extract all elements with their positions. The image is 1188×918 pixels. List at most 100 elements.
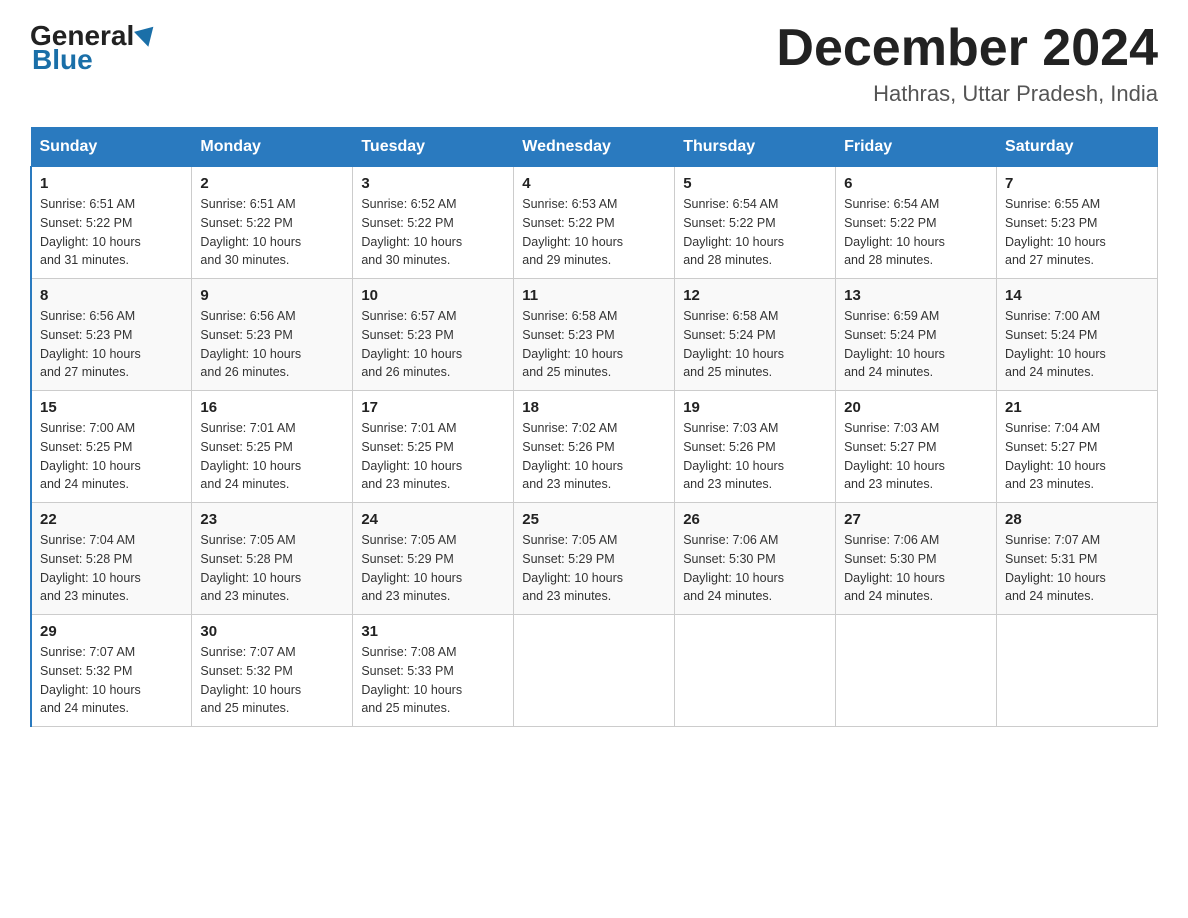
calendar-week-row: 8 Sunrise: 6:56 AMSunset: 5:23 PMDayligh… xyxy=(31,279,1158,391)
day-info: Sunrise: 6:57 AMSunset: 5:23 PMDaylight:… xyxy=(361,309,462,379)
day-info: Sunrise: 7:07 AMSunset: 5:32 PMDaylight:… xyxy=(200,645,301,715)
table-row: 22 Sunrise: 7:04 AMSunset: 5:28 PMDaylig… xyxy=(31,503,192,615)
location-title: Hathras, Uttar Pradesh, India xyxy=(776,81,1158,107)
day-info: Sunrise: 7:04 AMSunset: 5:28 PMDaylight:… xyxy=(40,533,141,603)
day-number: 22 xyxy=(40,511,183,528)
day-info: Sunrise: 7:05 AMSunset: 5:28 PMDaylight:… xyxy=(200,533,301,603)
day-info: Sunrise: 6:51 AMSunset: 5:22 PMDaylight:… xyxy=(40,197,141,267)
table-row: 17 Sunrise: 7:01 AMSunset: 5:25 PMDaylig… xyxy=(353,391,514,503)
table-row: 14 Sunrise: 7:00 AMSunset: 5:24 PMDaylig… xyxy=(997,279,1158,391)
table-row xyxy=(514,615,675,727)
table-row xyxy=(836,615,997,727)
table-row: 1 Sunrise: 6:51 AMSunset: 5:22 PMDayligh… xyxy=(31,167,192,279)
table-row: 13 Sunrise: 6:59 AMSunset: 5:24 PMDaylig… xyxy=(836,279,997,391)
day-number: 27 xyxy=(844,511,988,528)
day-info: Sunrise: 7:04 AMSunset: 5:27 PMDaylight:… xyxy=(1005,421,1106,491)
day-info: Sunrise: 7:05 AMSunset: 5:29 PMDaylight:… xyxy=(361,533,462,603)
day-number: 25 xyxy=(522,511,666,528)
table-row: 11 Sunrise: 6:58 AMSunset: 5:23 PMDaylig… xyxy=(514,279,675,391)
title-area: December 2024 Hathras, Uttar Pradesh, In… xyxy=(776,20,1158,107)
table-row: 4 Sunrise: 6:53 AMSunset: 5:22 PMDayligh… xyxy=(514,167,675,279)
logo-blue: Blue xyxy=(32,44,93,76)
header-wednesday: Wednesday xyxy=(514,128,675,167)
day-info: Sunrise: 6:58 AMSunset: 5:24 PMDaylight:… xyxy=(683,309,784,379)
table-row: 30 Sunrise: 7:07 AMSunset: 5:32 PMDaylig… xyxy=(192,615,353,727)
day-number: 3 xyxy=(361,175,505,192)
table-row: 21 Sunrise: 7:04 AMSunset: 5:27 PMDaylig… xyxy=(997,391,1158,503)
header-monday: Monday xyxy=(192,128,353,167)
header-tuesday: Tuesday xyxy=(353,128,514,167)
day-info: Sunrise: 6:56 AMSunset: 5:23 PMDaylight:… xyxy=(200,309,301,379)
day-number: 1 xyxy=(40,175,183,192)
day-number: 17 xyxy=(361,399,505,416)
day-info: Sunrise: 7:07 AMSunset: 5:31 PMDaylight:… xyxy=(1005,533,1106,603)
day-info: Sunrise: 6:55 AMSunset: 5:23 PMDaylight:… xyxy=(1005,197,1106,267)
header-sunday: Sunday xyxy=(31,128,192,167)
calendar-week-row: 1 Sunrise: 6:51 AMSunset: 5:22 PMDayligh… xyxy=(31,167,1158,279)
day-info: Sunrise: 7:03 AMSunset: 5:27 PMDaylight:… xyxy=(844,421,945,491)
table-row: 5 Sunrise: 6:54 AMSunset: 5:22 PMDayligh… xyxy=(675,167,836,279)
logo: General Blue xyxy=(30,20,156,76)
table-row xyxy=(997,615,1158,727)
day-number: 26 xyxy=(683,511,827,528)
header-thursday: Thursday xyxy=(675,128,836,167)
day-number: 11 xyxy=(522,287,666,304)
day-number: 30 xyxy=(200,623,344,640)
table-row: 24 Sunrise: 7:05 AMSunset: 5:29 PMDaylig… xyxy=(353,503,514,615)
day-info: Sunrise: 6:53 AMSunset: 5:22 PMDaylight:… xyxy=(522,197,623,267)
day-number: 23 xyxy=(200,511,344,528)
day-info: Sunrise: 6:56 AMSunset: 5:23 PMDaylight:… xyxy=(40,309,141,379)
page-header: General Blue December 2024 Hathras, Utta… xyxy=(30,20,1158,107)
day-number: 15 xyxy=(40,399,183,416)
table-row: 19 Sunrise: 7:03 AMSunset: 5:26 PMDaylig… xyxy=(675,391,836,503)
table-row: 8 Sunrise: 6:56 AMSunset: 5:23 PMDayligh… xyxy=(31,279,192,391)
day-info: Sunrise: 7:00 AMSunset: 5:25 PMDaylight:… xyxy=(40,421,141,491)
table-row: 12 Sunrise: 6:58 AMSunset: 5:24 PMDaylig… xyxy=(675,279,836,391)
day-info: Sunrise: 7:07 AMSunset: 5:32 PMDaylight:… xyxy=(40,645,141,715)
day-number: 24 xyxy=(361,511,505,528)
day-number: 9 xyxy=(200,287,344,304)
day-number: 7 xyxy=(1005,175,1149,192)
table-row: 2 Sunrise: 6:51 AMSunset: 5:22 PMDayligh… xyxy=(192,167,353,279)
day-number: 28 xyxy=(1005,511,1149,528)
day-number: 2 xyxy=(200,175,344,192)
calendar-table: Sunday Monday Tuesday Wednesday Thursday… xyxy=(30,127,1158,727)
calendar-week-row: 22 Sunrise: 7:04 AMSunset: 5:28 PMDaylig… xyxy=(31,503,1158,615)
calendar-week-row: 15 Sunrise: 7:00 AMSunset: 5:25 PMDaylig… xyxy=(31,391,1158,503)
day-number: 19 xyxy=(683,399,827,416)
header-saturday: Saturday xyxy=(997,128,1158,167)
day-info: Sunrise: 7:01 AMSunset: 5:25 PMDaylight:… xyxy=(361,421,462,491)
table-row: 29 Sunrise: 7:07 AMSunset: 5:32 PMDaylig… xyxy=(31,615,192,727)
day-info: Sunrise: 6:59 AMSunset: 5:24 PMDaylight:… xyxy=(844,309,945,379)
table-row: 20 Sunrise: 7:03 AMSunset: 5:27 PMDaylig… xyxy=(836,391,997,503)
day-info: Sunrise: 7:00 AMSunset: 5:24 PMDaylight:… xyxy=(1005,309,1106,379)
day-info: Sunrise: 7:06 AMSunset: 5:30 PMDaylight:… xyxy=(683,533,784,603)
day-info: Sunrise: 7:02 AMSunset: 5:26 PMDaylight:… xyxy=(522,421,623,491)
calendar-week-row: 29 Sunrise: 7:07 AMSunset: 5:32 PMDaylig… xyxy=(31,615,1158,727)
table-row: 25 Sunrise: 7:05 AMSunset: 5:29 PMDaylig… xyxy=(514,503,675,615)
day-number: 5 xyxy=(683,175,827,192)
table-row: 31 Sunrise: 7:08 AMSunset: 5:33 PMDaylig… xyxy=(353,615,514,727)
day-info: Sunrise: 6:52 AMSunset: 5:22 PMDaylight:… xyxy=(361,197,462,267)
day-number: 10 xyxy=(361,287,505,304)
table-row: 16 Sunrise: 7:01 AMSunset: 5:25 PMDaylig… xyxy=(192,391,353,503)
day-number: 8 xyxy=(40,287,183,304)
day-number: 31 xyxy=(361,623,505,640)
day-info: Sunrise: 7:05 AMSunset: 5:29 PMDaylight:… xyxy=(522,533,623,603)
day-number: 16 xyxy=(200,399,344,416)
day-info: Sunrise: 6:54 AMSunset: 5:22 PMDaylight:… xyxy=(683,197,784,267)
day-number: 13 xyxy=(844,287,988,304)
month-title: December 2024 xyxy=(776,20,1158,77)
logo-triangle-icon xyxy=(134,27,158,50)
table-row: 18 Sunrise: 7:02 AMSunset: 5:26 PMDaylig… xyxy=(514,391,675,503)
day-info: Sunrise: 6:51 AMSunset: 5:22 PMDaylight:… xyxy=(200,197,301,267)
day-info: Sunrise: 7:08 AMSunset: 5:33 PMDaylight:… xyxy=(361,645,462,715)
day-number: 12 xyxy=(683,287,827,304)
day-number: 20 xyxy=(844,399,988,416)
calendar-header-row: Sunday Monday Tuesday Wednesday Thursday… xyxy=(31,128,1158,167)
table-row: 10 Sunrise: 6:57 AMSunset: 5:23 PMDaylig… xyxy=(353,279,514,391)
day-number: 29 xyxy=(40,623,183,640)
header-friday: Friday xyxy=(836,128,997,167)
table-row: 15 Sunrise: 7:00 AMSunset: 5:25 PMDaylig… xyxy=(31,391,192,503)
table-row: 23 Sunrise: 7:05 AMSunset: 5:28 PMDaylig… xyxy=(192,503,353,615)
